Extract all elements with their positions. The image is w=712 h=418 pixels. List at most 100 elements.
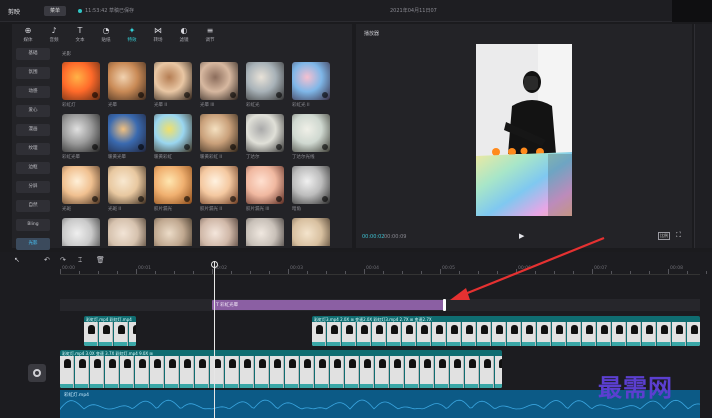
download-icon[interactable]: [322, 196, 328, 202]
effect-thumbnail[interactable]: [108, 218, 146, 246]
effect-thumbnail[interactable]: [154, 114, 192, 152]
effect-label: 光晕 III: [200, 103, 215, 108]
tool-transition[interactable]: ⋈ 转场: [146, 26, 170, 43]
effect-label: 光晕 II: [154, 103, 168, 108]
play-icon[interactable]: ▶: [519, 232, 524, 240]
category-tab[interactable]: 漫画: [16, 124, 50, 136]
download-icon[interactable]: [276, 196, 282, 202]
category-tab[interactable]: 基础: [16, 48, 50, 60]
tool-filter[interactable]: ◐ 滤镜: [172, 26, 196, 43]
download-icon[interactable]: [138, 196, 144, 202]
effect-thumbnail[interactable]: [200, 166, 238, 204]
effect-thumbnail[interactable]: [108, 166, 146, 204]
category-tab[interactable]: 边框: [16, 162, 50, 174]
download-icon[interactable]: [92, 92, 98, 98]
download-icon[interactable]: [184, 144, 190, 150]
clip-frame: [582, 322, 596, 346]
effect-thumbnail[interactable]: [62, 218, 100, 246]
download-icon[interactable]: [322, 144, 328, 150]
effect-thumbnail[interactable]: [292, 218, 330, 246]
clip-frame: [435, 356, 449, 388]
ruler-tick: [611, 271, 612, 274]
clip-frame: [105, 356, 119, 388]
category-tab[interactable]: 分屏: [16, 181, 50, 193]
category-tab[interactable]: 纹理: [16, 143, 50, 155]
undo-icon[interactable]: ↶: [44, 256, 50, 264]
redo-icon[interactable]: ↷: [60, 256, 66, 264]
download-icon[interactable]: [276, 92, 282, 98]
tool-audio[interactable]: ♪ 音频: [42, 26, 66, 43]
effect-thumbnail[interactable]: [62, 166, 100, 204]
download-icon[interactable]: [184, 92, 190, 98]
download-icon[interactable]: [230, 92, 236, 98]
effect-thumbnail[interactable]: [200, 114, 238, 152]
download-icon[interactable]: [92, 144, 98, 150]
effect-thumbnail[interactable]: [292, 114, 330, 152]
tool-adjust[interactable]: ≡ 调节: [198, 26, 222, 43]
clip-frame: [405, 356, 419, 388]
clip-frame: [537, 322, 551, 346]
menu-button[interactable]: 菜单: [44, 6, 66, 16]
download-icon[interactable]: [92, 196, 98, 202]
download-icon[interactable]: [138, 144, 144, 150]
clip-frame: [492, 322, 506, 346]
category-tab[interactable]: 爱心: [16, 105, 50, 117]
effect-thumbnail[interactable]: [154, 166, 192, 204]
effect-thumbnail[interactable]: [200, 218, 238, 246]
time-ruler[interactable]: 00:00 00:01 00:02 00:03 00:04 00:05 00:06 00:07…: [60, 265, 707, 275]
download-icon[interactable]: [276, 144, 282, 150]
category-tab[interactable]: 动感: [16, 86, 50, 98]
download-icon[interactable]: [230, 144, 236, 150]
category-tab[interactable]: 氛围: [16, 67, 50, 79]
window-controls[interactable]: [672, 0, 712, 22]
effect-label: 光晕: [108, 103, 117, 108]
tool-sticker[interactable]: ◔ 贴纸: [94, 26, 118, 43]
effect-thumbnail[interactable]: [108, 62, 146, 100]
category-tab[interactable]: Bling: [16, 219, 50, 231]
effect-thumbnail[interactable]: [246, 166, 284, 204]
effect-clip[interactable]: T 彩虹光晕: [212, 299, 446, 311]
split-icon[interactable]: ⌶: [78, 256, 82, 265]
player-panel: 播放器 00:00:02 00:00:09 ▶ 比例 ⛶: [356, 24, 692, 248]
clip-frame: [285, 356, 299, 388]
effect-thumbnail[interactable]: [154, 218, 192, 246]
effect-thumbnail[interactable]: [62, 114, 100, 152]
download-icon[interactable]: [184, 196, 190, 202]
clip-frame: [612, 322, 626, 346]
ruler-tick: [554, 271, 555, 274]
effect-clip-label: T 彩虹光晕: [216, 303, 239, 308]
total-time: 00:00:09: [384, 234, 407, 240]
effect-thumbnail[interactable]: [246, 114, 284, 152]
ratio-button[interactable]: 比例: [658, 232, 670, 240]
main-video-clip[interactable]: 彩虹灯.mp4 3.0X 变速 3.7X 彩虹灯.mp4 9.0X ⊞: [60, 350, 502, 388]
category-tab[interactable]: 自然: [16, 200, 50, 212]
fullscreen-icon[interactable]: ⛶: [676, 231, 681, 240]
filter-icon: ◐: [180, 26, 188, 35]
effect-thumbnail[interactable]: [200, 62, 238, 100]
clip-frame: [120, 356, 134, 388]
tool-effects[interactable]: ✦ 特效: [120, 26, 144, 43]
tool-import[interactable]: ⊕ 媒体: [16, 26, 40, 43]
video-clip[interactable]: 彩虹灯3.mp4 2.0X ⊞ 变速2.0X 彩虹灯3.mp4 2.7X ⊞ 变…: [312, 316, 700, 346]
clip-frame: [84, 322, 98, 346]
effect-thumbnail[interactable]: [62, 62, 100, 100]
section-title: 光影: [62, 52, 71, 57]
download-icon[interactable]: [230, 196, 236, 202]
tool-text[interactable]: T 文本: [68, 26, 92, 43]
effect-thumbnail[interactable]: [292, 166, 330, 204]
effect-thumbnail[interactable]: [246, 218, 284, 246]
effect-thumbnail[interactable]: [108, 114, 146, 152]
main-track-toggle[interactable]: [28, 364, 46, 382]
category-tab[interactable]: 光影: [16, 238, 50, 250]
download-icon[interactable]: [322, 92, 328, 98]
effect-thumbnail[interactable]: [246, 62, 284, 100]
effect-thumbnail[interactable]: [154, 62, 192, 100]
playhead[interactable]: [214, 262, 215, 418]
select-cursor-icon[interactable]: ↖: [14, 256, 20, 264]
clip-frame: [195, 356, 209, 388]
video-clip[interactable]: 彩虹灯.mp4 彩虹灯.mp4: [84, 316, 136, 346]
delete-icon[interactable]: 🗑: [96, 256, 105, 264]
download-icon[interactable]: [138, 92, 144, 98]
effect-thumbnail[interactable]: [292, 62, 330, 100]
clip-trim-handle[interactable]: [443, 299, 446, 311]
